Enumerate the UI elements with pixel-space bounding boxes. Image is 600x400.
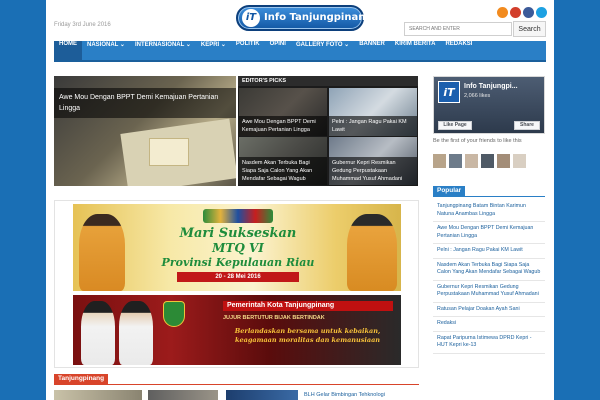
pick-item[interactable]: Pelni : Jangan Ragu Pakai KM Lawit [329, 88, 417, 136]
nav-item-opini[interactable]: OPINI [265, 41, 291, 60]
chevron-down-icon: ⌄ [344, 42, 350, 48]
slider-photo-paper [149, 138, 189, 166]
banner-line2: MTQ VI [212, 241, 264, 255]
news-teaser[interactable]: BLH Gelar Bimbingan Tehknologi [304, 392, 385, 398]
search-input[interactable] [404, 22, 512, 36]
popular-item[interactable]: Nasdem Akan Terbuka Bagi Siapa Saja Calo… [433, 259, 545, 281]
section-divider [54, 384, 419, 385]
facebook-friends-text: Be the first of your friends to like thi… [433, 138, 522, 144]
editors-picks-title: EDITOR'S PICKS [238, 76, 418, 86]
popular-item[interactable]: Redaksi [433, 317, 545, 332]
popular-item[interactable]: Tanjungpinang Batam Bintan Karimun Natun… [433, 200, 545, 222]
logo-text: Info Tanjungpinang [264, 12, 373, 23]
search-button[interactable]: Search [513, 21, 546, 37]
share-button[interactable]: Share [514, 121, 540, 130]
twitter-icon[interactable] [536, 7, 547, 18]
popular-title: Popular [433, 186, 466, 196]
pick-item[interactable]: Gubernur Kepri Resmikan Gedung Perpustak… [329, 137, 417, 185]
nav-item-nasional[interactable]: NASIONAL ⌄ [82, 41, 130, 60]
facebook-likes: 2,066 likes [464, 93, 491, 99]
chevron-down-icon: ⌄ [119, 42, 125, 48]
banner-area: Mari Sukseskan MTQ VI Provinsi Kepulauan… [54, 200, 419, 368]
nav-label: INTERNASIONAL [134, 42, 185, 48]
news-thumbnail[interactable] [148, 390, 218, 400]
mtq-banner[interactable]: Mari Sukseskan MTQ VI Provinsi Kepulauan… [73, 204, 401, 291]
nav-item-kirim-berita[interactable]: KIRIM BERITA [390, 41, 441, 60]
banner-line3: Provinsi Kepulauan Riau [161, 256, 315, 269]
editors-picks: EDITOR'S PICKS Awe Mou Dengan BPPT Demi … [238, 76, 418, 186]
nav-item-gallery-foto[interactable]: GALLERY FOTO ⌄ [291, 41, 354, 60]
pick-item[interactable]: Awe Mou Dengan BPPT Demi Kemajuan Pertan… [239, 88, 327, 136]
pick-title: Awe Mou Dengan BPPT Demi Kemajuan Pertan… [239, 116, 327, 136]
popular-item[interactable]: Ratusan Pelajar Doakan Ayah Sani [433, 303, 545, 317]
nav-item-home[interactable]: HOME [54, 41, 82, 60]
news-thumbnail[interactable] [226, 390, 298, 400]
site-logo[interactable]: iT Info Tanjungpinang [236, 5, 373, 31]
news-thumbnail[interactable] [54, 390, 142, 400]
nav-label: NASIONAL [87, 42, 119, 48]
nav-label: KEPRI [200, 42, 220, 48]
popular-divider [433, 196, 545, 197]
city-emblem-icon [163, 301, 185, 327]
main-nav: HOME NASIONAL ⌄ INTERNASIONAL ⌄ KEPRI ⌄ … [54, 41, 546, 62]
like-page-button[interactable]: Like Page [438, 121, 472, 130]
social-icons [497, 7, 547, 18]
page: Friday 3rd June 2016 iT Info Tanjungpina… [46, 0, 554, 400]
nav-item-redaksi[interactable]: REDAKSI [440, 41, 477, 60]
governor-photo [79, 214, 125, 291]
rss-icon[interactable] [497, 7, 508, 18]
popular-item[interactable]: Pelni : Jangan Ragu Pakai KM Lawit [433, 244, 545, 259]
nav-item-kepri[interactable]: KEPRI ⌄ [196, 41, 231, 60]
popular-item[interactable]: Awe Mou Dengan BPPT Demi Kemajuan Pertan… [433, 222, 545, 244]
pemko-banner[interactable]: Pemerintah Kota Tanjungpinang JUJUR BERT… [73, 295, 401, 365]
pemko-title: Pemerintah Kota Tanjungpinang [223, 301, 393, 311]
friend-avatar[interactable] [433, 154, 446, 168]
vice-governor-photo [347, 214, 397, 291]
featured-slider[interactable]: Awe Mou Dengan BPPT Demi Kemajuan Pertan… [54, 76, 236, 186]
logo-mark-icon: iT [242, 9, 260, 27]
mayor-photo [81, 301, 115, 365]
pick-title: Nasdem Akan Terbuka Bagi Siapa Saja Calo… [239, 157, 327, 185]
emblem-icons [203, 209, 273, 223]
friend-avatar[interactable] [481, 154, 494, 168]
chevron-down-icon: ⌄ [220, 42, 226, 48]
current-date: Friday 3rd June 2016 [54, 22, 111, 28]
friend-avatar[interactable] [449, 154, 462, 168]
nav-item-banner[interactable]: BANNER [354, 41, 390, 60]
banner-dates: 20 - 28 Mei 2016 [177, 272, 299, 282]
popular-item[interactable]: Rapat Paripurna Istimewa DPRD Kepri - HU… [433, 332, 545, 354]
pick-item[interactable]: Nasdem Akan Terbuka Bagi Siapa Saja Calo… [239, 137, 327, 185]
facebook-page-avatar[interactable]: iT [438, 81, 460, 103]
pick-title: Gubernur Kepri Resmikan Gedung Perpustak… [329, 157, 417, 185]
banner-line1: Mari Sukseskan [179, 226, 297, 241]
pemko-motto: Berlandaskan bersama untuk kebaikan, kea… [234, 327, 381, 344]
facebook-friend-faces [433, 154, 526, 168]
nav-label: GALLERY FOTO [295, 42, 343, 48]
popular-item[interactable]: Gubernur Kepri Resmikan Gedung Perpustak… [433, 281, 545, 303]
friend-avatar[interactable] [497, 154, 510, 168]
nav-item-internasional[interactable]: INTERNASIONAL ⌄ [130, 41, 196, 60]
vice-mayor-photo [119, 301, 153, 365]
friend-avatar[interactable] [465, 154, 478, 168]
facebook-icon[interactable] [523, 7, 534, 18]
nav-item-politik[interactable]: POLITIK [231, 41, 265, 60]
chevron-down-icon: ⌄ [185, 42, 191, 48]
google-plus-icon[interactable] [510, 7, 521, 18]
slider-caption[interactable]: Awe Mou Dengan BPPT Demi Kemajuan Pertan… [54, 88, 236, 118]
section-title[interactable]: Tanjungpinang [54, 374, 109, 384]
popular-list: Tanjungpinang Batam Bintan Karimun Natun… [433, 200, 545, 354]
pick-title: Pelni : Jangan Ragu Pakai KM Lawit [329, 116, 417, 136]
pemko-slogan: JUJUR BERTUTUR BIJAK BERTINDAK [223, 315, 325, 321]
facebook-widget: iT Info Tanjungpi... 2,066 likes Like Pa… [433, 76, 545, 134]
friend-avatar[interactable] [513, 154, 526, 168]
facebook-page-name[interactable]: Info Tanjungpi... [464, 83, 518, 90]
